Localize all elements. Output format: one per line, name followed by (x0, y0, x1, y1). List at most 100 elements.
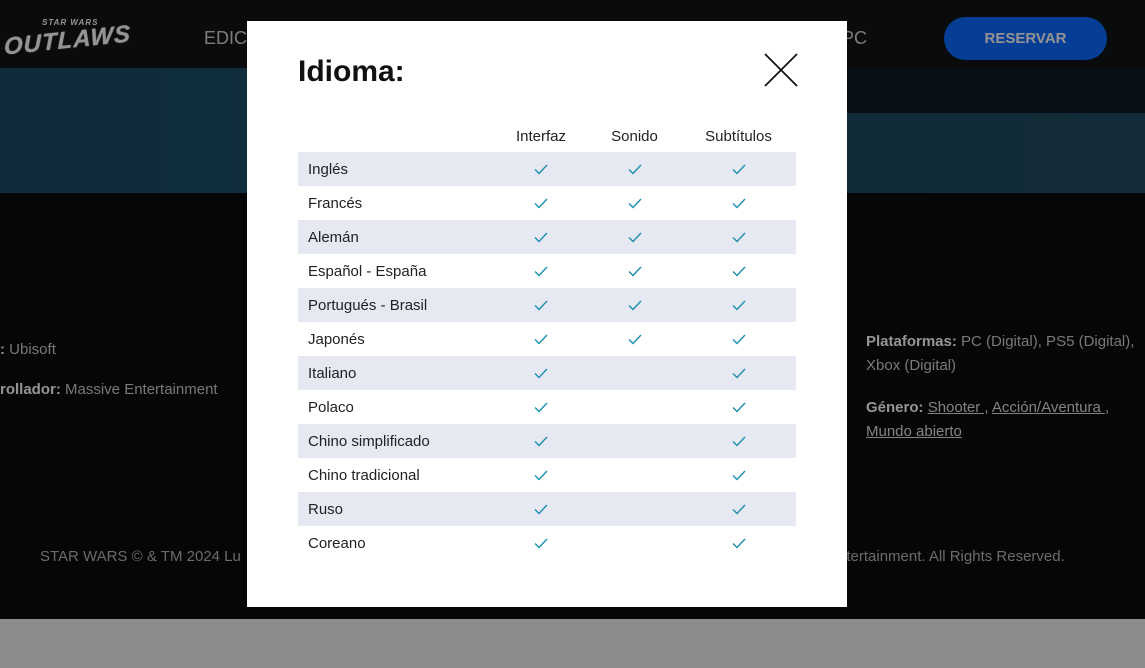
language-name: Inglés (308, 160, 349, 178)
table-row: Inglés (298, 152, 796, 186)
check-icon (628, 266, 642, 277)
check-icon (534, 436, 548, 447)
support-cell-interface (494, 152, 588, 186)
language-name: Chino tradicional (308, 466, 420, 484)
support-cell-subtitles (681, 254, 796, 288)
table-row: Japonés (298, 322, 796, 356)
support-cell-subtitles (681, 322, 796, 356)
support-cell-audio (588, 288, 681, 322)
support-cell-interface (494, 526, 588, 560)
check-icon (534, 402, 548, 413)
support-cell-audio (588, 356, 681, 390)
support-cell-audio (588, 322, 681, 356)
check-icon (534, 504, 548, 515)
language-name: Portugués - Brasil (308, 296, 428, 314)
check-icon (628, 164, 642, 175)
support-cell-interface (494, 424, 588, 458)
check-icon (534, 164, 548, 175)
check-icon (534, 334, 548, 345)
support-cell-interface (494, 254, 588, 288)
header-language (298, 120, 494, 152)
check-icon (732, 504, 746, 515)
language-name: Español - España (308, 262, 427, 280)
check-icon (732, 164, 746, 175)
table-row: Italiano (298, 356, 796, 390)
check-icon (732, 232, 746, 243)
support-cell-audio (588, 152, 681, 186)
close-icon (764, 53, 798, 87)
check-icon (628, 232, 642, 243)
support-cell-interface (494, 458, 588, 492)
close-button[interactable] (763, 52, 799, 88)
header-subtitles: Subtítulos (705, 127, 772, 145)
support-cell-interface (494, 492, 588, 526)
check-icon (534, 300, 548, 311)
language-name: Ruso (308, 500, 344, 518)
check-icon (534, 470, 548, 481)
support-cell-subtitles (681, 152, 796, 186)
support-cell-subtitles (681, 526, 796, 560)
support-cell-subtitles (681, 492, 796, 526)
table-row: Coreano (298, 526, 796, 560)
header-interface: Interfaz (515, 127, 567, 145)
table-row: Francés (298, 186, 796, 220)
check-icon (732, 368, 746, 379)
support-cell-interface (494, 186, 588, 220)
check-icon (534, 232, 548, 243)
check-icon (732, 334, 746, 345)
table-row: Chino tradicional (298, 458, 796, 492)
check-icon (534, 198, 548, 209)
support-cell-audio (588, 220, 681, 254)
support-cell-interface (494, 288, 588, 322)
check-icon (732, 266, 746, 277)
support-cell-audio (588, 458, 681, 492)
check-icon (732, 402, 746, 413)
check-icon (534, 368, 548, 379)
table-row: Español - España (298, 254, 796, 288)
language-table-body: Inglés Francés Alemán Español - España Portu… (298, 152, 796, 560)
language-name: Francés (308, 194, 363, 212)
support-cell-subtitles (681, 186, 796, 220)
support-cell-audio (588, 526, 681, 560)
support-cell-audio (588, 424, 681, 458)
support-cell-interface (494, 322, 588, 356)
check-icon (628, 334, 642, 345)
language-name: Chino simplificado (308, 432, 430, 450)
header-audio: Sonido (611, 127, 658, 145)
support-cell-subtitles (681, 220, 796, 254)
check-icon (732, 470, 746, 481)
table-row: Polaco (298, 390, 796, 424)
check-icon (534, 538, 548, 549)
table-row: Alemán (298, 220, 796, 254)
check-icon (534, 266, 548, 277)
support-cell-subtitles (681, 424, 796, 458)
table-header-row: Interfaz Sonido Subtítulos (298, 120, 796, 152)
support-cell-audio (588, 390, 681, 424)
language-name: Coreano (308, 534, 366, 552)
support-cell-subtitles (681, 288, 796, 322)
support-cell-interface (494, 356, 588, 390)
language-name: Polaco (308, 398, 354, 416)
support-cell-subtitles (681, 390, 796, 424)
support-cell-subtitles (681, 458, 796, 492)
language-name: Italiano (308, 364, 357, 382)
support-cell-audio (588, 254, 681, 288)
language-name: Japonés (308, 330, 365, 348)
support-cell-audio (588, 492, 681, 526)
support-cell-audio (588, 186, 681, 220)
table-row: Portugués - Brasil (298, 288, 796, 322)
support-cell-interface (494, 220, 588, 254)
check-icon (628, 198, 642, 209)
check-icon (628, 300, 642, 311)
check-icon (732, 300, 746, 311)
check-icon (732, 538, 746, 549)
table-row: Ruso (298, 492, 796, 526)
support-cell-subtitles (681, 356, 796, 390)
language-name: Alemán (308, 228, 359, 246)
language-modal: Idioma: Interfaz Sonido Subtítulos Inglé… (247, 21, 847, 607)
table-row: Chino simplificado (298, 424, 796, 458)
support-cell-interface (494, 390, 588, 424)
language-table: Interfaz Sonido Subtítulos Inglés Francés… (298, 120, 796, 560)
check-icon (732, 198, 746, 209)
check-icon (732, 436, 746, 447)
